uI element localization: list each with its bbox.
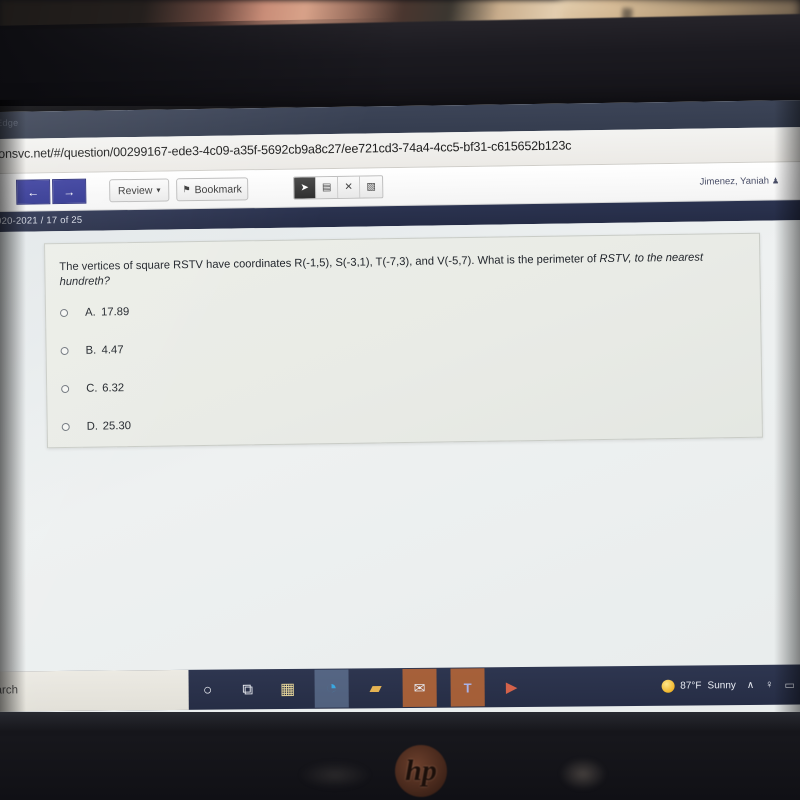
edge-icon: ◔ bbox=[325, 677, 338, 699]
answer-choice-a[interactable]: A. 17.89 bbox=[59, 306, 129, 319]
weather-condition: Sunny bbox=[707, 679, 736, 691]
bookmark-label: Bookmark bbox=[194, 182, 242, 196]
microsoft-store-button[interactable]: ▦ bbox=[275, 676, 301, 702]
notepad-icon: ▤ bbox=[321, 182, 332, 194]
pointer-tool-button[interactable]: ➤ bbox=[294, 177, 317, 199]
file-explorer-button[interactable]: ▰ bbox=[363, 675, 389, 701]
review-label: Review bbox=[117, 184, 153, 197]
outlook-icon: ✉ bbox=[413, 679, 426, 696]
deck-reflection-left bbox=[300, 762, 370, 788]
flag-tool-button[interactable]: ▧ bbox=[360, 176, 383, 198]
weather-widget[interactable]: 87°F Sunny bbox=[661, 679, 736, 693]
radio-button-d[interactable] bbox=[61, 422, 70, 432]
question-prompt-text: The vertices of square RSTV have coordin… bbox=[59, 253, 600, 274]
weather-temperature: 87°F bbox=[680, 679, 702, 692]
question-card: The vertices of square RSTV have coordin… bbox=[43, 232, 763, 449]
microphone-icon[interactable]: ♀ bbox=[765, 679, 773, 691]
answer-choice-d[interactable]: D. 25.30 bbox=[61, 420, 131, 433]
next-question-button[interactable]: → bbox=[52, 178, 87, 205]
teams-icon: T bbox=[463, 679, 472, 695]
user-name-label: Jimenez, Yaniah bbox=[699, 175, 770, 188]
show-hidden-icons-chevron-up-icon[interactable]: ∧ bbox=[747, 679, 754, 690]
hp-logo-text: hp bbox=[405, 754, 437, 787]
file-explorer-icon: ▰ bbox=[369, 680, 382, 698]
address-bar-url[interactable]: ..psonsvc.net/#/question/00299167-ede3-4… bbox=[0, 138, 571, 161]
windows-search-box[interactable]: to search bbox=[0, 669, 189, 712]
answer-choice-b-label: B. 4.47 bbox=[86, 344, 124, 357]
answer-letter-c: C. bbox=[86, 382, 98, 395]
taskbar-icon-group: ○ ⧉ ▦ ◔ ▰ ✉ T ▶ bbox=[194, 667, 524, 710]
bookmark-icon: ⚑ bbox=[182, 184, 191, 195]
sun-icon bbox=[661, 679, 675, 693]
close-icon: ✕ bbox=[344, 181, 353, 193]
answer-choice-a-label: A. 17.89 bbox=[85, 306, 129, 319]
answer-value-d: 25.30 bbox=[102, 420, 132, 433]
media-player-button[interactable]: ▶ bbox=[499, 674, 525, 700]
flag-icon: ▧ bbox=[366, 181, 376, 193]
annotation-tool-group: ➤ ▤ ✕ ▧ bbox=[293, 175, 384, 200]
answer-choice-b[interactable]: B. 4.47 bbox=[60, 344, 124, 357]
hp-logo: hp bbox=[395, 745, 447, 797]
question-prompt-italic-1: RSTV, bbox=[599, 252, 632, 266]
laptop-photo: Edge ..psonsvc.net/#/question/00299167-e… bbox=[0, 0, 800, 800]
answer-letter-a: A. bbox=[84, 306, 96, 319]
question-prompt: The vertices of square RSTV have coordin… bbox=[59, 250, 745, 290]
user-account[interactable]: Jimenez, Yaniah ♟ bbox=[699, 175, 780, 188]
answer-letter-d: D. bbox=[86, 420, 99, 433]
photo-vignette-right bbox=[774, 100, 800, 740]
media-player-icon: ▶ bbox=[505, 679, 518, 697]
answer-choice-d-label: D. 25.30 bbox=[87, 420, 131, 433]
answer-choice-c[interactable]: C. 6.32 bbox=[61, 382, 124, 395]
photo-vignette-left bbox=[0, 100, 26, 740]
chevron-down-icon: ▾ bbox=[156, 185, 161, 195]
notepad-tool-button[interactable]: ▤ bbox=[316, 176, 339, 199]
radio-button-a[interactable] bbox=[59, 308, 69, 318]
arrow-left-icon: ← bbox=[27, 184, 40, 200]
windows-taskbar: to search ○ ⧉ ▦ ◔ ▰ ✉ bbox=[0, 664, 800, 712]
answer-letter-b: B. bbox=[85, 344, 97, 357]
answer-value-c: 6.32 bbox=[102, 382, 125, 395]
microsoft-store-icon: ▦ bbox=[280, 680, 296, 699]
review-dropdown-button[interactable]: Review ▾ bbox=[109, 178, 170, 203]
deck-reflection-right bbox=[560, 758, 606, 790]
answer-value-a: 17.89 bbox=[100, 306, 130, 319]
answer-choice-c-label: C. 6.32 bbox=[86, 382, 124, 395]
pointer-icon: ➤ bbox=[300, 182, 309, 194]
radio-button-b[interactable] bbox=[60, 346, 69, 356]
cortana-icon: ○ bbox=[203, 681, 213, 699]
answer-value-b: 4.47 bbox=[101, 344, 124, 357]
teams-button[interactable]: T bbox=[450, 668, 485, 707]
laptop-screen: Edge ..psonsvc.net/#/question/00299167-e… bbox=[0, 99, 800, 725]
bookmark-button[interactable]: ⚑ Bookmark bbox=[176, 177, 249, 202]
laptop-bezel-shadow bbox=[0, 17, 401, 122]
eliminate-tool-button[interactable]: ✕ bbox=[338, 176, 361, 198]
edge-button[interactable]: ◔ bbox=[314, 669, 349, 708]
deck-sheen bbox=[0, 712, 800, 732]
cortana-button[interactable]: ○ bbox=[195, 677, 221, 703]
task-view-button[interactable]: ⧉ bbox=[235, 676, 261, 702]
question-page-body: The vertices of square RSTV have coordin… bbox=[0, 219, 800, 725]
radio-button-c[interactable] bbox=[61, 384, 70, 394]
outlook-button[interactable]: ✉ bbox=[402, 668, 437, 708]
arrow-right-icon: → bbox=[63, 184, 76, 199]
task-view-icon: ⧉ bbox=[242, 680, 254, 698]
